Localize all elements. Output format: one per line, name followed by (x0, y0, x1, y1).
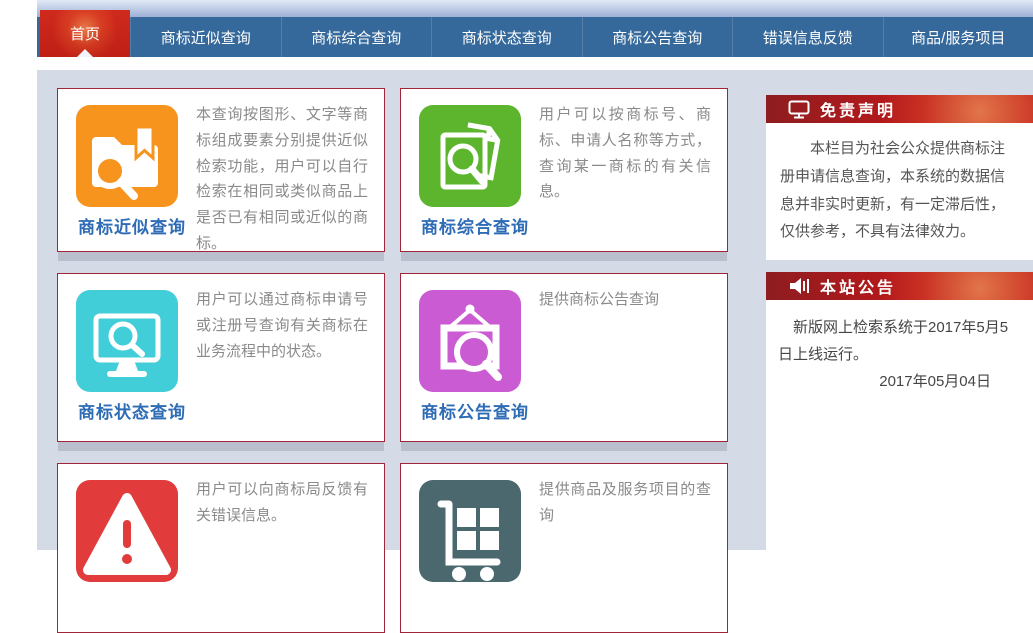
query-cards-grid: 商标近似查询 本查询按图形、文字等商标组成要素分别提供近似检索功能，用户可以自行… (57, 88, 729, 633)
monitor-search-icon (76, 290, 178, 392)
card-similar-query-desc: 本查询按图形、文字等商标组成要素分别提供近似检索功能，用户可以自行检索在相同或类… (196, 89, 384, 257)
card-gazette-query[interactable]: 商标公告查询 提供商标公告查询 (400, 273, 728, 442)
card-gazette-query-desc: 提供商标公告查询 (539, 274, 727, 313)
nav-tab-gazette-query[interactable]: 商标公告查询 (582, 17, 733, 57)
card-error-feedback-desc: 用户可以向商标局反馈有关错误信息。 (196, 464, 384, 529)
card-status-query[interactable]: 商标状态查询 用户可以通过商标申请号或注册号查询有关商标在业务流程中的状态。 (57, 273, 385, 442)
monitor-icon (788, 100, 810, 119)
disclaimer-body: 本栏目为社会公众提供商标注册申请信息查询，本系统的数据信息并非实时更新，有一定滞… (766, 123, 1033, 260)
card-goods-services[interactable]: 提供商品及服务项目的查询 (400, 463, 728, 633)
announcement-text[interactable]: 新版网上检索系统于2017年5月5日上线运行。 (778, 314, 1019, 368)
card-similar-query[interactable]: 商标近似查询 本查询按图形、文字等商标组成要素分别提供近似检索功能，用户可以自行… (57, 88, 385, 252)
nav-tab-comprehensive-query[interactable]: 商标综合查询 (281, 17, 432, 57)
nav-tab-home[interactable]: 首页 (40, 10, 130, 57)
disclaimer-title: 免责声明 (820, 97, 896, 121)
nav-tab-goods-services[interactable]: 商品/服务项目 (883, 17, 1033, 57)
nav-tab-status-query[interactable]: 商标状态查询 (431, 17, 582, 57)
card-status-query-title[interactable]: 商标状态查询 (78, 398, 208, 423)
card-comprehensive-query-title[interactable]: 商标综合查询 (421, 213, 551, 238)
card-comprehensive-query[interactable]: 商标综合查询 用户可以按商标号、商标、申请人名称等方式，查询某一商标的有关信息。 (400, 88, 728, 252)
nav-tab-error-feedback[interactable]: 错误信息反馈 (732, 17, 883, 57)
top-gradient-strip (37, 0, 1033, 17)
announcement-title: 本站公告 (820, 274, 896, 298)
frame-search-icon (419, 290, 521, 392)
main-navbar: 首页 商标近似查询 商标综合查询 商标状态查询 商标公告查询 错误信息反馈 商品… (37, 17, 1033, 57)
folder-search-icon (76, 105, 178, 207)
card-comprehensive-query-desc: 用户可以按商标号、商标、申请人名称等方式，查询某一商标的有关信息。 (539, 89, 727, 205)
card-goods-services-desc: 提供商品及服务项目的查询 (539, 464, 727, 529)
announcement-header: 本站公告 (766, 272, 1033, 300)
nav-tab-similar-query[interactable]: 商标近似查询 (130, 17, 281, 57)
warning-icon (76, 480, 178, 582)
announcement-date: 2017年05月04日 (778, 368, 1019, 395)
speaker-icon (788, 277, 810, 295)
disclaimer-text: 本栏目为社会公众提供商标注册申请信息查询，本系统的数据信息并非实时更新，有一定滞… (780, 135, 1017, 246)
disclaimer-header: 免责声明 (766, 95, 1033, 123)
disclaimer-panel: 免责声明 本栏目为社会公众提供商标注册申请信息查询，本系统的数据信息并非实时更新… (766, 95, 1033, 260)
card-error-feedback[interactable]: 用户可以向商标局反馈有关错误信息。 (57, 463, 385, 633)
right-sidebar: 免责声明 本栏目为社会公众提供商标注册申请信息查询，本系统的数据信息并非实时更新… (766, 88, 1033, 550)
card-similar-query-title[interactable]: 商标近似查询 (78, 213, 208, 238)
card-gazette-query-title[interactable]: 商标公告查询 (421, 398, 551, 423)
documents-search-icon (419, 105, 521, 207)
announcement-panel: 本站公告 新版网上检索系统于2017年5月5日上线运行。 2017年05月04日 (766, 272, 1033, 550)
announcement-body: 新版网上检索系统于2017年5月5日上线运行。 2017年05月04日 (766, 300, 1033, 550)
card-status-query-desc: 用户可以通过商标申请号或注册号查询有关商标在业务流程中的状态。 (196, 274, 384, 364)
cart-icon (419, 480, 521, 582)
